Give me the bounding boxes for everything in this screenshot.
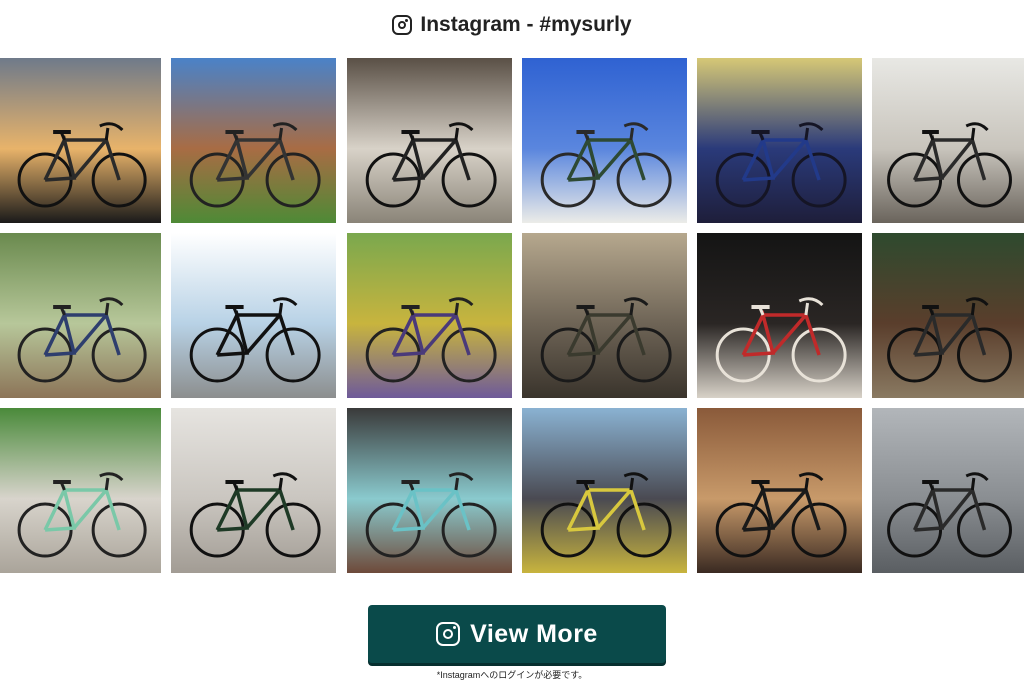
login-required-note: *Instagramへのログインが必要です。: [436, 670, 588, 680]
view-more-label: View More: [470, 619, 598, 648]
photo-front-bags-street[interactable]: [872, 408, 1024, 573]
photo-fat-bike-tan[interactable]: [522, 233, 687, 398]
bicycle-image: [715, 122, 847, 208]
bicycle-image: [715, 472, 847, 558]
photo-green-touring[interactable]: [171, 408, 336, 573]
photo-blue-sky-wall[interactable]: [522, 58, 687, 223]
photo-red-pannier[interactable]: [872, 233, 1024, 398]
photo-bamboo-forest[interactable]: [0, 233, 161, 398]
photo-basket-bikes[interactable]: [872, 58, 1024, 223]
bicycle-image: [365, 472, 497, 558]
photo-bike-on-path[interactable]: [171, 233, 336, 398]
instagram-icon: [436, 622, 461, 646]
section-title-text: Instagram - #mysurly: [420, 13, 632, 36]
bicycle-image: [887, 472, 1012, 558]
photo-rider-helmet[interactable]: [0, 408, 161, 573]
bicycle-image: [540, 472, 672, 558]
bicycle-image: [887, 297, 1012, 383]
photo-blue-surly-frame[interactable]: [697, 58, 862, 223]
bicycle-image: [189, 297, 321, 383]
view-more-button[interactable]: View More: [368, 605, 666, 663]
photo-wooden-deck-bike[interactable]: [697, 408, 862, 573]
photo-fat-bikes-yellow[interactable]: [522, 408, 687, 573]
photo-rock-cliff-bike[interactable]: [171, 58, 336, 223]
bicycle-image: [189, 122, 321, 208]
section-title: Instagram - #mysurly: [0, 10, 1024, 40]
photo-night-red-bikes[interactable]: [697, 233, 862, 398]
bicycle-image: [189, 472, 321, 558]
bicycle-image: [17, 472, 147, 558]
photo-sunset-road-bike[interactable]: [0, 58, 161, 223]
photo-stone-trough[interactable]: [347, 233, 512, 398]
bicycle-image: [540, 122, 672, 208]
bicycle-image: [540, 297, 672, 383]
bicycle-image: [365, 122, 497, 208]
bicycle-image: [17, 122, 147, 208]
photo-orange-bag-garage[interactable]: [347, 58, 512, 223]
bicycle-image: [365, 297, 497, 383]
instagram-icon: [392, 15, 413, 35]
bicycle-image: [715, 297, 847, 383]
bicycle-image: [887, 122, 1012, 208]
photo-teal-surly-temple[interactable]: [347, 408, 512, 573]
bicycle-image: [17, 297, 147, 383]
